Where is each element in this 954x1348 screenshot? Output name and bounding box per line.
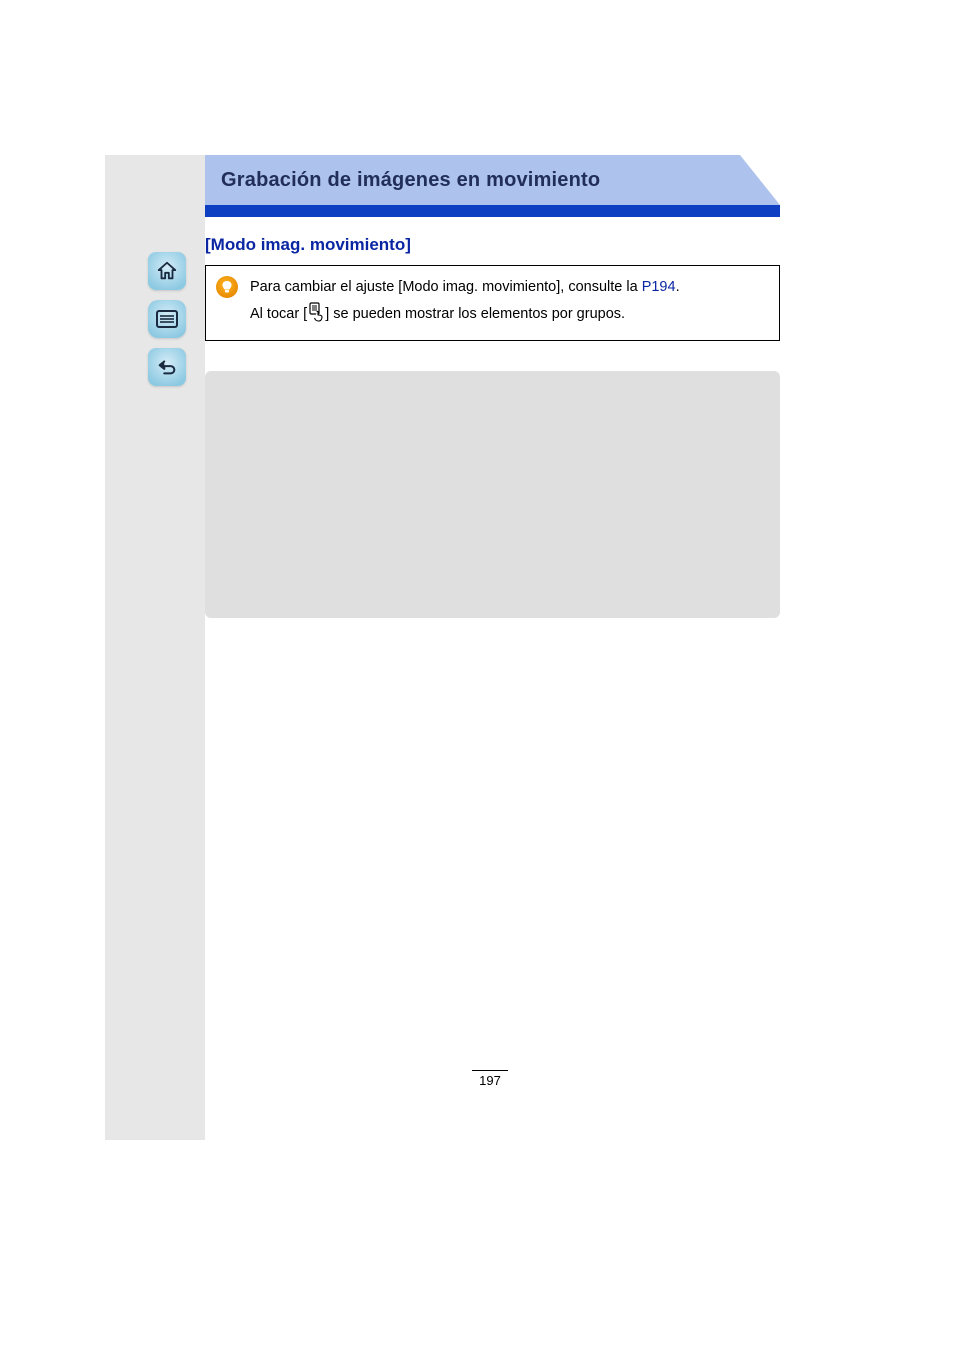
home-icon — [156, 260, 178, 282]
content-column: Grabación de imágenes en movimiento [Mod… — [205, 155, 780, 618]
info-line-2: Al tocar [ ] se pueden mostrar los eleme… — [250, 302, 765, 329]
page-number-wrap: 197 — [460, 1070, 520, 1088]
page-ref-link[interactable]: P194 — [642, 279, 676, 295]
nav-button-group — [148, 252, 188, 396]
info-line-1-text: Para cambiar el ajuste [Modo imag. movim… — [250, 279, 642, 295]
info-line-2-post: ] se pueden mostrar los elementos por gr… — [325, 306, 625, 322]
home-button[interactable] — [148, 252, 186, 290]
menu-button[interactable] — [148, 300, 186, 338]
section-title: [Modo imag. movimiento] — [205, 235, 780, 255]
info-line-1: Para cambiar el ajuste [Modo imag. movim… — [250, 276, 765, 298]
info-line-1-suffix: . — [676, 279, 680, 295]
page-title: Grabación de imágenes en movimiento — [221, 169, 600, 192]
menu-icon — [155, 309, 179, 329]
page-number-rule — [472, 1070, 508, 1071]
page-number: 197 — [460, 1073, 520, 1088]
touch-group-icon — [307, 302, 325, 329]
page-header: Grabación de imágenes en movimiento — [205, 155, 780, 217]
image-placeholder — [205, 371, 780, 618]
info-box: Para cambiar el ajuste [Modo imag. movim… — [205, 265, 780, 341]
tip-bulb-icon — [216, 276, 238, 298]
header-corner-cut — [740, 155, 780, 205]
info-line-2-pre: Al tocar [ — [250, 306, 307, 322]
back-arrow-icon — [156, 356, 178, 378]
back-button[interactable] — [148, 348, 186, 386]
